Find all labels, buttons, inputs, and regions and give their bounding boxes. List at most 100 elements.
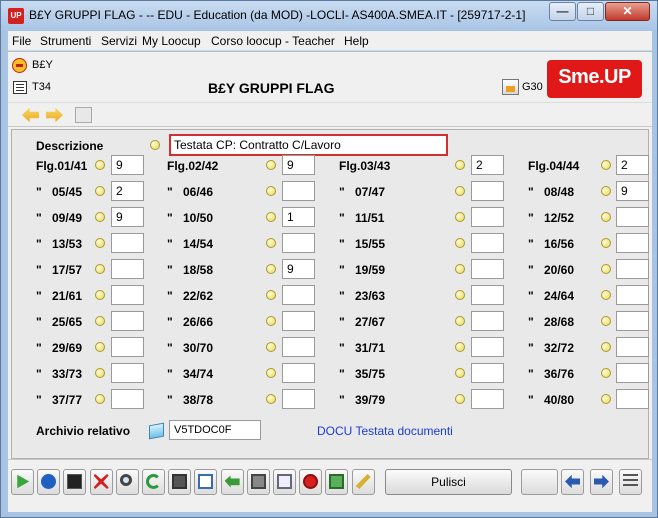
flag-input[interactable]: 9	[282, 155, 315, 175]
flag-help-icon[interactable]	[266, 212, 276, 222]
flag-help-icon[interactable]	[95, 316, 105, 326]
menu-servizi[interactable]: Servizi	[101, 34, 137, 48]
flag-help-icon[interactable]	[601, 316, 611, 326]
flag-input[interactable]: 9	[616, 181, 649, 201]
flag-input[interactable]	[111, 337, 144, 357]
flag-help-icon[interactable]	[95, 186, 105, 196]
cancel-button[interactable]	[89, 469, 113, 495]
flag-input[interactable]	[471, 259, 504, 279]
flag-help-icon[interactable]	[266, 238, 276, 248]
flag-help-icon[interactable]	[601, 186, 611, 196]
flag-input[interactable]	[282, 363, 315, 383]
flag-help-icon[interactable]	[455, 290, 465, 300]
play-button[interactable]	[11, 469, 34, 495]
flag-input[interactable]	[616, 259, 649, 279]
flag-help-icon[interactable]	[95, 238, 105, 248]
flag-input[interactable]	[111, 259, 144, 279]
menu-corso-loocup[interactable]: Corso loocup - Teacher	[211, 34, 335, 48]
g30-icon[interactable]	[502, 79, 519, 95]
maximize-button[interactable]: □	[577, 2, 604, 21]
flag-help-icon[interactable]	[455, 264, 465, 274]
back-button[interactable]	[561, 469, 584, 495]
flag-help-icon[interactable]	[455, 238, 465, 248]
export-button[interactable]	[325, 469, 349, 495]
flag-input[interactable]: 1	[282, 207, 315, 227]
flag-help-icon[interactable]	[95, 394, 105, 404]
archivio-field[interactable]: V5TDOC0F	[169, 420, 261, 440]
flag-input[interactable]	[111, 311, 144, 331]
previous-icon[interactable]	[22, 107, 39, 123]
flag-input[interactable]	[471, 389, 504, 409]
flag-input[interactable]: 2	[111, 181, 144, 201]
flag-input[interactable]	[616, 363, 649, 383]
forward-button[interactable]	[590, 469, 613, 495]
print-button[interactable]	[246, 469, 270, 495]
menu-strumenti[interactable]: Strumenti	[40, 34, 91, 48]
flag-input[interactable]	[616, 207, 649, 227]
flag-help-icon[interactable]	[455, 342, 465, 352]
copy-button[interactable]	[194, 469, 218, 495]
flag-help-icon[interactable]	[601, 394, 611, 404]
pulisci-button[interactable]: Pulisci	[385, 469, 512, 495]
flag-input[interactable]	[471, 337, 504, 357]
search-button[interactable]	[115, 469, 139, 495]
flag-input[interactable]	[111, 389, 144, 409]
flag-help-icon[interactable]	[455, 394, 465, 404]
flag-input[interactable]	[282, 181, 315, 201]
terminal-button[interactable]	[63, 469, 87, 495]
flag-help-icon[interactable]	[455, 368, 465, 378]
flag-help-icon[interactable]	[601, 290, 611, 300]
flag-help-icon[interactable]	[601, 160, 611, 170]
flag-input[interactable]	[616, 337, 649, 357]
flag-help-icon[interactable]	[95, 264, 105, 274]
undo-button[interactable]	[220, 469, 244, 495]
menu-my-loocup[interactable]: My Loocup	[142, 34, 201, 48]
flag-input[interactable]	[471, 181, 504, 201]
flag-input[interactable]	[471, 207, 504, 227]
flag-help-icon[interactable]	[266, 264, 276, 274]
help-button[interactable]	[37, 469, 61, 495]
menu-file[interactable]: File	[12, 34, 31, 48]
list-button[interactable]	[619, 469, 642, 495]
flag-help-icon[interactable]	[266, 186, 276, 196]
flag-help-icon[interactable]	[266, 290, 276, 300]
flag-input[interactable]	[616, 285, 649, 305]
menu-help[interactable]: Help	[344, 34, 369, 48]
flag-help-icon[interactable]	[601, 342, 611, 352]
flag-input[interactable]	[616, 311, 649, 331]
flag-input[interactable]: 9	[111, 207, 144, 227]
flag-help-icon[interactable]	[601, 264, 611, 274]
flag-input[interactable]	[282, 233, 315, 253]
flag-input[interactable]	[111, 285, 144, 305]
flag-help-icon[interactable]	[95, 342, 105, 352]
flag-input[interactable]	[282, 285, 315, 305]
flag-input[interactable]	[282, 337, 315, 357]
refresh-button[interactable]	[142, 469, 165, 495]
save-button[interactable]	[168, 469, 192, 495]
flag-help-icon[interactable]	[95, 160, 105, 170]
flag-help-icon[interactable]	[266, 368, 276, 378]
flag-input[interactable]	[616, 389, 649, 409]
tree-icon[interactable]	[75, 107, 92, 123]
flag-help-icon[interactable]	[95, 212, 105, 222]
flag-help-icon[interactable]	[266, 160, 276, 170]
flag-input[interactable]: 9	[111, 155, 144, 175]
stop-button[interactable]	[299, 469, 323, 495]
flag-input[interactable]: 9	[282, 259, 315, 279]
pages-button[interactable]	[273, 469, 296, 495]
flag-help-icon[interactable]	[455, 186, 465, 196]
flag-help-icon[interactable]	[95, 290, 105, 300]
minimize-button[interactable]: —	[549, 2, 576, 21]
flag-input[interactable]	[471, 311, 504, 331]
flag-input[interactable]	[282, 389, 315, 409]
flag-help-icon[interactable]	[455, 160, 465, 170]
flag-input[interactable]	[471, 285, 504, 305]
close-button[interactable]: ✕	[605, 2, 650, 21]
flag-help-icon[interactable]	[601, 368, 611, 378]
flag-help-icon[interactable]	[601, 212, 611, 222]
wand-button[interactable]	[351, 469, 375, 495]
flag-help-icon[interactable]	[266, 342, 276, 352]
flag-help-icon[interactable]	[95, 368, 105, 378]
flag-input[interactable]	[471, 233, 504, 253]
flag-input[interactable]	[471, 363, 504, 383]
